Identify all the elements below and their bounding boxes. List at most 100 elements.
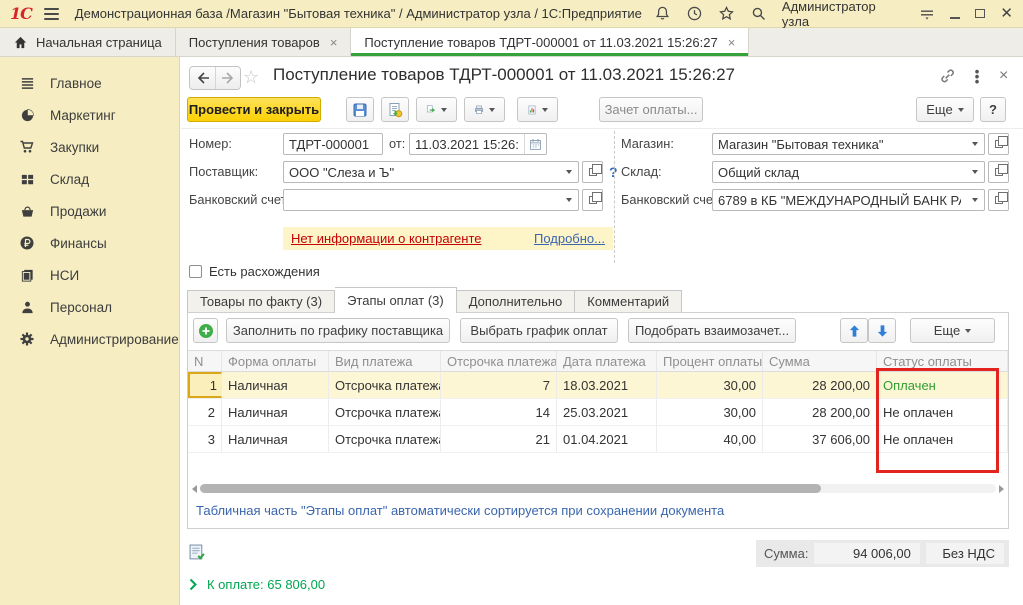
search-icon[interactable]: [750, 5, 767, 22]
cell-payment-type[interactable]: Отсрочка платежа: [329, 399, 441, 425]
warehouse-input[interactable]: [713, 162, 966, 182]
column-splitter[interactable]: [614, 131, 615, 263]
bank-account2-input[interactable]: [713, 190, 966, 210]
cell-sum[interactable]: 28 200,00: [763, 372, 877, 398]
close-tab-icon[interactable]: ×: [728, 35, 736, 50]
create-based-on-button[interactable]: [416, 97, 457, 122]
cell-payment-date[interactable]: 25.03.2021: [557, 399, 657, 425]
date-input[interactable]: [410, 134, 524, 154]
cell-payment-delay[interactable]: 7: [441, 372, 557, 398]
choose-payment-schedule-button[interactable]: Выбрать график оплат: [460, 318, 618, 343]
table-row[interactable]: 1 Наличная Отсрочка платежа 7 18.03.2021…: [188, 372, 1008, 399]
cell-n[interactable]: 3: [188, 426, 222, 452]
tab-comment[interactable]: Комментарий: [575, 290, 682, 313]
cell-sum[interactable]: 37 606,00: [763, 426, 877, 452]
scrollbar-track[interactable]: [200, 484, 996, 493]
post-document-button[interactable]: [381, 97, 409, 122]
tab-additional[interactable]: Дополнительно: [457, 290, 576, 313]
bank-account-field[interactable]: [283, 189, 579, 211]
cell-n[interactable]: 2: [188, 399, 222, 425]
open-supplier-icon[interactable]: [582, 161, 603, 183]
cell-payment-delay[interactable]: 14: [441, 399, 557, 425]
open-store-icon[interactable]: [988, 133, 1009, 155]
to-pay-link[interactable]: К оплате: 65 806,00: [207, 577, 325, 592]
column-header-payment-status[interactable]: Статус оплаты: [877, 351, 1008, 371]
cell-payment-date[interactable]: 18.03.2021: [557, 372, 657, 398]
more-menu-dots-icon[interactable]: •••: [974, 69, 980, 84]
favorite-star-icon[interactable]: ☆: [243, 67, 259, 88]
table-row[interactable]: 2 Наличная Отсрочка платежа 14 25.03.202…: [188, 399, 1008, 426]
column-header-n[interactable]: N: [188, 351, 222, 371]
maximize-icon[interactable]: [975, 9, 985, 18]
sidebar-item-sales[interactable]: Продажи: [0, 195, 179, 227]
move-row-up-button[interactable]: [840, 318, 868, 343]
save-button[interactable]: [346, 97, 374, 122]
help-button[interactable]: ?: [980, 97, 1006, 122]
supplier-field[interactable]: [283, 161, 579, 183]
dropdown-arrow-icon[interactable]: [966, 162, 984, 182]
table-row[interactable]: 3 Наличная Отсрочка платежа 21 01.04.202…: [188, 426, 1008, 453]
close-form-icon[interactable]: ×: [999, 68, 1008, 84]
cell-payment-type[interactable]: Отсрочка платежа: [329, 426, 441, 452]
store-input[interactable]: [713, 134, 966, 154]
history-clock-icon[interactable]: [686, 5, 703, 22]
cell-payment-percent[interactable]: 30,00: [657, 399, 763, 425]
fill-by-supplier-schedule-button[interactable]: Заполнить по графику поставщика: [226, 318, 450, 343]
column-header-sum[interactable]: Сумма: [763, 351, 877, 371]
add-row-button[interactable]: [193, 318, 218, 343]
number-input[interactable]: [283, 133, 383, 155]
favorites-star-icon[interactable]: [718, 5, 735, 22]
cell-payment-delay[interactable]: 21: [441, 426, 557, 452]
forward-icon[interactable]: [215, 67, 240, 89]
column-header-payment-delay[interactable]: Отсрочка платежа: [441, 351, 557, 371]
sidebar-item-administration[interactable]: Администрирование: [0, 323, 179, 355]
cell-sum[interactable]: 28 200,00: [763, 399, 877, 425]
select-offset-button[interactable]: Подобрать взаимозачет...: [628, 318, 796, 343]
close-tab-icon[interactable]: ×: [330, 35, 338, 50]
tab-home[interactable]: Начальная страница: [0, 28, 176, 56]
scroll-left-icon[interactable]: [192, 485, 197, 493]
cell-n[interactable]: 1: [188, 372, 222, 398]
close-window-icon[interactable]: ✕: [1000, 6, 1013, 21]
sidebar-item-warehouse[interactable]: Склад: [0, 163, 179, 195]
tab-payment-stages[interactable]: Этапы оплат (3): [335, 287, 457, 313]
reports-button[interactable]: [517, 97, 558, 122]
tab-goods-receipt-document[interactable]: Поступление товаров ТДРТ-000001 от 11.03…: [351, 28, 749, 56]
dropdown-arrow-icon[interactable]: [966, 134, 984, 154]
to-pay-expander[interactable]: К оплате: 65 806,00: [189, 577, 325, 592]
horizontal-scrollbar[interactable]: [192, 482, 1004, 495]
scroll-right-icon[interactable]: [999, 485, 1004, 493]
discrepancies-checkbox[interactable]: [189, 265, 202, 278]
cell-payment-status[interactable]: Не оплачен: [877, 426, 1008, 452]
sidebar-item-nsi[interactable]: НСИ: [0, 259, 179, 291]
column-header-payment-form[interactable]: Форма оплаты: [222, 351, 329, 371]
payment-offset-button[interactable]: Зачет оплаты...: [599, 97, 703, 122]
no-counterparty-info-link[interactable]: Нет информации о контрагенте: [291, 231, 482, 246]
table-more-button[interactable]: Еще: [910, 318, 995, 343]
dropdown-arrow-icon[interactable]: [966, 190, 984, 210]
cell-payment-date[interactable]: 01.04.2021: [557, 426, 657, 452]
warehouse-field[interactable]: [712, 161, 985, 183]
cell-payment-type[interactable]: Отсрочка платежа: [329, 372, 441, 398]
back-icon[interactable]: [190, 67, 215, 89]
column-header-payment-percent[interactable]: Процент оплаты: [657, 351, 763, 371]
tab-goods-receipts-list[interactable]: Поступления товаров ×: [176, 28, 352, 56]
details-link[interactable]: Подробно...: [534, 231, 605, 246]
store-field[interactable]: [712, 133, 985, 155]
calendar-icon[interactable]: [524, 134, 546, 154]
sidebar-item-finance[interactable]: Финансы: [0, 227, 179, 259]
settings-icon[interactable]: [919, 6, 935, 22]
cell-payment-percent[interactable]: 30,00: [657, 372, 763, 398]
sidebar-item-main[interactable]: Главное: [0, 67, 179, 99]
cell-payment-status[interactable]: Не оплачен: [877, 399, 1008, 425]
open-bank-account2-icon[interactable]: [988, 189, 1009, 211]
supplier-input[interactable]: [284, 162, 560, 182]
open-warehouse-icon[interactable]: [988, 161, 1009, 183]
move-row-down-button[interactable]: [868, 318, 896, 343]
open-bank-account-icon[interactable]: [582, 189, 603, 211]
dropdown-arrow-icon[interactable]: [560, 162, 578, 182]
bank-account-input[interactable]: [284, 190, 560, 210]
cell-payment-status[interactable]: Оплачен: [877, 372, 1008, 398]
notifications-bell-icon[interactable]: [654, 5, 671, 22]
scrollbar-thumb[interactable]: [200, 484, 821, 493]
